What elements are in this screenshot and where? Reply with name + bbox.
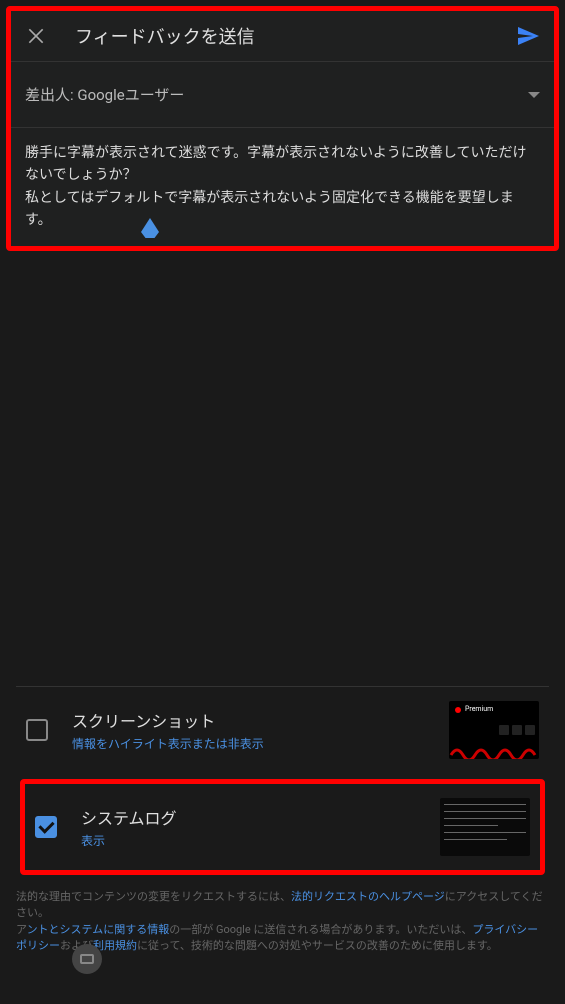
- legal-help-link[interactable]: 法的リクエストのヘルプページ: [291, 890, 445, 903]
- close-icon[interactable]: [25, 25, 47, 47]
- legal-text-part: の一部が Google に送信される場合があります。いただい: [169, 923, 450, 936]
- nav-pill-icon[interactable]: [72, 944, 102, 974]
- legal-text-part: 法的な理由でコンテンツの変更をリクエストするには、: [16, 890, 291, 903]
- log-line: [444, 825, 498, 826]
- log-line: [444, 818, 526, 819]
- feedback-text-content: 勝手に字幕が表示されて迷惑です。字幕が表示されないように改善していただけないでし…: [25, 145, 526, 228]
- screenshot-label-group: スクリーンショット 情報をハイライト表示または非表示: [72, 708, 449, 752]
- log-line: [444, 811, 526, 812]
- text-cursor-handle[interactable]: [141, 218, 159, 238]
- legal-text-part: に従って、技術的な問題への対処やサービスの改善のために使用します。: [137, 939, 498, 952]
- systemlog-thumbnail[interactable]: [440, 798, 530, 856]
- legal-text-part: は、: [450, 923, 472, 936]
- account-system-info-link[interactable]: ントとシステムに関する情報: [27, 923, 170, 936]
- youtube-icon: [455, 707, 461, 713]
- screenshot-checkbox[interactable]: [26, 719, 48, 741]
- nav-pill-inner-icon: [80, 954, 94, 964]
- log-line: [444, 804, 526, 805]
- mini-box: [525, 725, 535, 735]
- sender-dropdown[interactable]: 差出人: Googleユーザー: [11, 62, 554, 128]
- screenshot-thumbnail[interactable]: Premium: [449, 701, 539, 759]
- log-line: [444, 832, 526, 833]
- systemlog-subtitle-link[interactable]: 表示: [81, 832, 440, 849]
- page-title: フィードバックを送信: [75, 23, 516, 49]
- chevron-down-icon: [528, 92, 540, 98]
- scribble-icon: [449, 741, 539, 759]
- attachments-section: スクリーンショット 情報をハイライト表示または非表示 Premium: [6, 686, 559, 875]
- systemlog-label-group: システムログ 表示: [81, 805, 440, 849]
- feedback-textarea[interactable]: 勝手に字幕が表示されて迷惑です。字幕が表示されないように改善していただけないでし…: [11, 128, 554, 246]
- mini-box: [512, 725, 522, 735]
- screenshot-title: スクリーンショット: [72, 708, 449, 732]
- send-icon[interactable]: [516, 24, 540, 48]
- premium-label: Premium: [465, 705, 493, 713]
- header: フィードバックを送信: [11, 11, 554, 62]
- screenshot-attachment-row: スクリーンショット 情報をハイライト表示または非表示 Premium: [16, 686, 549, 773]
- feedback-form-highlighted: フィードバックを送信 差出人: Googleユーザー 勝手に字幕が表示されて迷惑…: [6, 6, 559, 251]
- log-line: [444, 839, 507, 840]
- sender-label: 差出人: Googleユーザー: [25, 84, 184, 105]
- systemlog-highlighted: システムログ 表示: [20, 779, 545, 875]
- systemlog-attachment-row: システムログ 表示: [25, 784, 540, 870]
- systemlog-title: システムログ: [81, 805, 440, 829]
- screenshot-subtitle-link[interactable]: 情報をハイライト表示または非表示: [72, 735, 449, 752]
- legal-text-part: ア: [16, 923, 27, 936]
- mini-box: [499, 725, 509, 735]
- spacer: [6, 261, 559, 686]
- systemlog-checkbox[interactable]: [35, 816, 57, 838]
